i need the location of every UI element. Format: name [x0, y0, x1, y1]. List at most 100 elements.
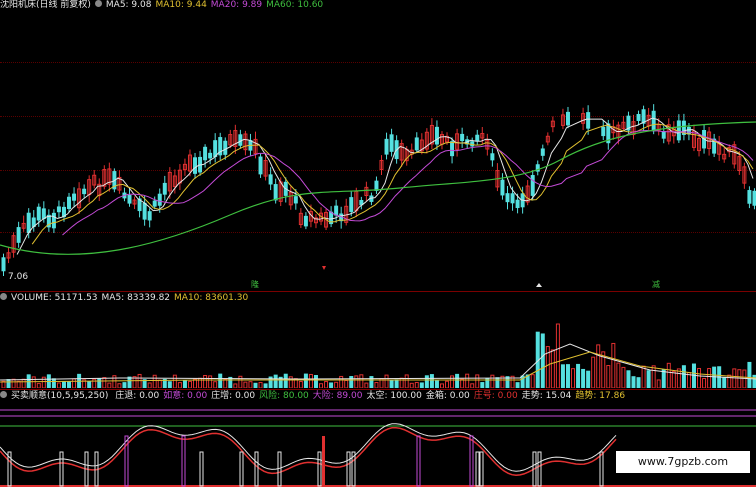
candle-body — [16, 227, 21, 243]
settings-circle-icon[interactable] — [94, 0, 102, 7]
volume-bar — [681, 365, 686, 388]
volume-bar — [581, 368, 586, 388]
volume-bar — [102, 377, 107, 388]
candle-body — [470, 141, 475, 147]
volume-bar — [263, 383, 268, 388]
volume-bar — [182, 380, 187, 388]
volume-bar — [702, 377, 707, 388]
volume-ma5-readout: MA5: 83339.82 — [101, 293, 171, 303]
volume-bar — [661, 369, 666, 388]
down-arrow-marker — [322, 266, 326, 270]
volume-bar — [67, 381, 72, 388]
candle-body — [51, 212, 56, 229]
volume-bar — [344, 379, 349, 388]
volume-bar — [303, 373, 308, 388]
volume-bar — [434, 380, 439, 388]
volume-bar — [530, 374, 535, 388]
volume-bar — [61, 381, 66, 388]
candle-body — [565, 111, 570, 126]
volume-bar — [591, 356, 596, 388]
volume-bar — [722, 377, 727, 388]
price-chart[interactable] — [0, 10, 756, 290]
settings-circle-icon[interactable] — [0, 391, 7, 398]
volume-chart[interactable] — [0, 304, 756, 388]
signal-marker-right: 减 — [652, 280, 660, 289]
candle-body — [293, 196, 298, 204]
volume-bar — [203, 374, 208, 388]
signal-bar — [277, 451, 282, 487]
candle-body — [157, 193, 162, 206]
panel-separator — [0, 291, 756, 292]
volume-bar — [631, 376, 636, 388]
indicator-chart[interactable] — [0, 402, 756, 487]
volume-bar — [31, 376, 36, 388]
volume-bar — [409, 382, 414, 388]
volume-bar — [152, 374, 157, 388]
volume-bar — [359, 374, 364, 388]
volume-bar — [354, 375, 359, 388]
ma10-readout: MA10: 9.44 — [155, 0, 207, 10]
volume-bar — [555, 323, 560, 388]
volume-bar — [172, 374, 177, 388]
indicator-readout: 庄退: 0.00 — [115, 391, 160, 401]
signal-bar — [346, 451, 351, 487]
volume-bar — [187, 380, 192, 388]
candle-body — [1, 257, 6, 272]
volume-bar — [167, 381, 172, 388]
volume-bar — [470, 383, 475, 388]
signal-line — [0, 426, 617, 477]
volume-bar — [636, 377, 641, 388]
candle-body — [641, 109, 646, 124]
candle-body — [374, 180, 379, 191]
settings-circle-icon[interactable] — [0, 293, 7, 300]
panel-separator — [0, 389, 756, 390]
volume-bar — [394, 379, 399, 388]
volume-bar — [571, 368, 576, 388]
candle-body — [747, 190, 752, 204]
candle-body — [147, 211, 152, 221]
candle-body — [586, 112, 591, 129]
candle-body — [505, 193, 510, 203]
candle-body — [193, 157, 198, 174]
volume-bar — [490, 374, 495, 388]
indicator-readout: 风险: 80.00 — [259, 391, 309, 401]
volume-bar — [424, 375, 429, 388]
candle-body — [208, 152, 213, 159]
candle-body — [238, 134, 243, 146]
volume-bar — [243, 381, 248, 388]
volume-bar — [712, 366, 717, 388]
volume-bar — [87, 381, 92, 388]
volume-bar — [56, 382, 61, 388]
volume-bar — [6, 379, 11, 388]
volume-bar — [233, 383, 238, 388]
signal-bar — [239, 451, 244, 487]
volume-bar — [480, 382, 485, 388]
volume-bar — [747, 361, 752, 388]
volume-bar — [157, 379, 162, 388]
signal-marker-left: 隆 — [251, 280, 259, 289]
volume-bar — [646, 370, 651, 388]
volume-bar — [308, 373, 313, 388]
indicator-readout: 趋势: 17.86 — [575, 391, 626, 401]
volume-bar — [122, 382, 127, 388]
signal-bar — [351, 451, 356, 487]
volume-bar — [137, 373, 142, 388]
volume-bar — [11, 378, 16, 388]
candle-body — [213, 140, 218, 158]
volume-bar — [550, 349, 555, 388]
signal-bar — [254, 451, 259, 487]
volume-bar — [656, 379, 661, 388]
signal-bar — [124, 435, 129, 487]
candle-body — [490, 153, 495, 161]
volume-bar — [560, 364, 565, 388]
candle-body — [636, 113, 641, 121]
volume-bar — [319, 383, 324, 388]
volume-bar — [606, 365, 611, 388]
volume-bar — [429, 374, 434, 388]
candle-body — [450, 141, 455, 157]
volume-ma10-line — [0, 351, 756, 383]
candle-body — [26, 212, 31, 234]
volume-bar — [737, 369, 742, 388]
candle-body — [510, 193, 515, 204]
candle-body — [152, 200, 157, 207]
